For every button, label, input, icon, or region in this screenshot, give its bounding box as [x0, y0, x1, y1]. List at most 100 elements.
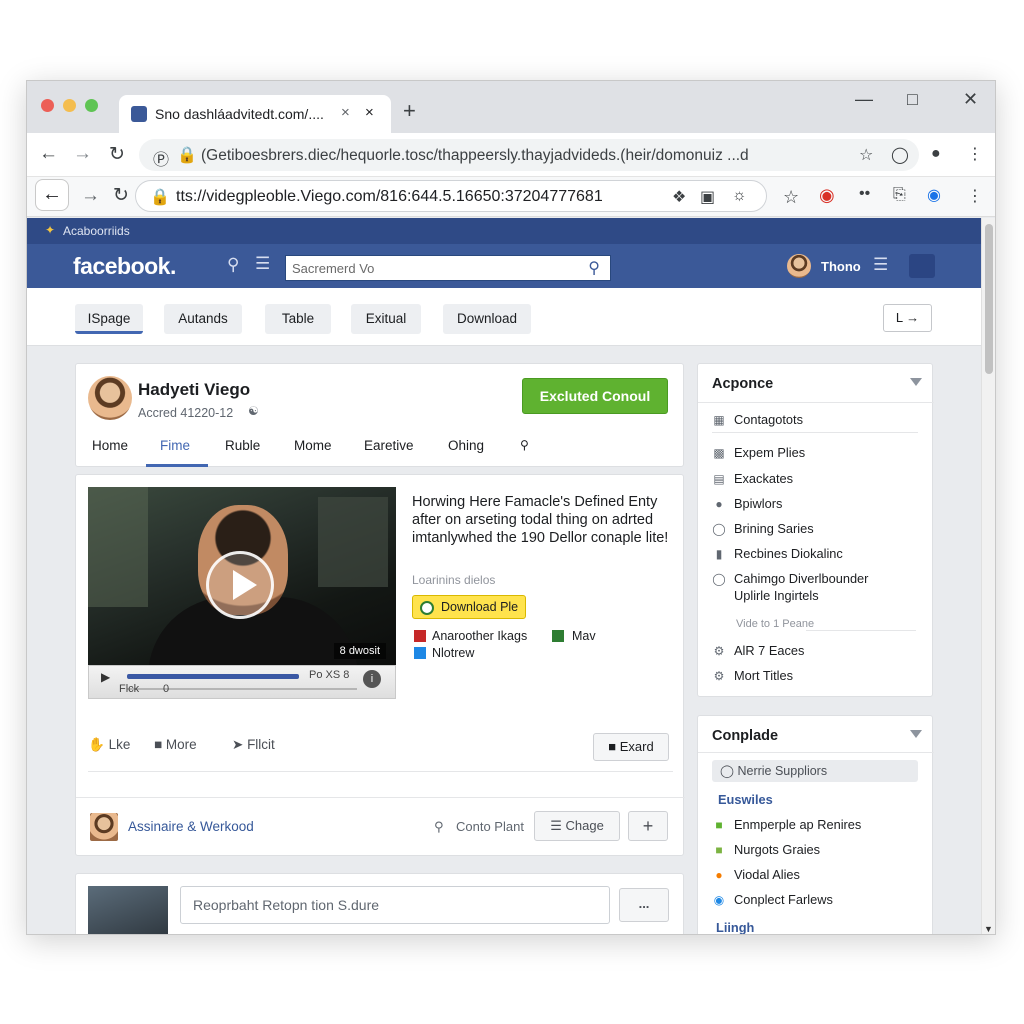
bell-icon[interactable]: ☼ [732, 187, 747, 205]
chevron-down-icon-2[interactable] [910, 730, 922, 738]
play-small-icon[interactable]: ▶ [101, 670, 110, 684]
notification-icon[interactable]: ⚲ [227, 255, 239, 275]
tab-ohing[interactable]: Ohing [448, 438, 484, 453]
sidebar-item-8[interactable]: ⚙ AlR 7 Eaces [712, 643, 805, 658]
menu-icon[interactable]: ☰ [873, 255, 888, 275]
plus-button[interactable]: + [628, 811, 668, 841]
video-player[interactable]: 8 dwosit [88, 487, 396, 665]
back-icon[interactable]: ← [39, 143, 58, 165]
tab-mome[interactable]: Mome [294, 438, 332, 453]
browser-tab[interactable]: Sno dashláadvitedt.com/.... × × [119, 95, 391, 133]
sidebar-item-4[interactable]: ● Bpiwlors [712, 496, 782, 511]
tab-fime[interactable]: Fime [160, 438, 190, 453]
minimize-window-dot[interactable] [63, 99, 76, 112]
maximize-icon[interactable]: □ [907, 89, 918, 110]
sidebar-item-7[interactable]: ◯ Cahimgo Diverlbounder [712, 571, 868, 586]
sidebar-link-euswiles[interactable]: Euswiles [718, 792, 773, 807]
profile-avatar[interactable] [88, 376, 132, 420]
minimize-icon[interactable]: — [855, 89, 873, 110]
name-suppliors-pill[interactable]: ◯ Nerrie Suppliors [712, 760, 918, 782]
tab-close-icon-2[interactable]: × [365, 104, 374, 121]
address-bar-primary[interactable]: Ⓟ 🔒 (Getiboesbrers.diec/hequorle.tosc/th… [139, 139, 919, 171]
more-icon[interactable]: •• [859, 185, 870, 203]
sidebar-item-3[interactable]: ▤ Exackates [712, 471, 793, 486]
subnav-table[interactable]: Table [265, 304, 331, 334]
play-icon[interactable] [206, 551, 274, 619]
info-icon[interactable]: Ⓟ [153, 146, 169, 170]
search-input[interactable]: Sacremerd Vo ⚲ [285, 255, 611, 281]
tag-anaroother[interactable]: Anaroother Ikags [432, 629, 527, 643]
tab-close-icon[interactable]: × [341, 104, 350, 121]
shield-icon[interactable]: ◯ [891, 145, 909, 165]
reload-icon-2[interactable]: ↻ [113, 184, 129, 207]
tag-mav[interactable]: Mav [572, 629, 596, 643]
extension-red-icon[interactable]: ◉ [819, 185, 835, 206]
scrollbar-thumb[interactable] [985, 224, 993, 374]
account-icon[interactable]: ◉ [927, 185, 941, 205]
back-button[interactable]: ← [35, 179, 69, 211]
sidebar-item-2[interactable]: ▩ Expem Plies [712, 445, 805, 460]
tab-earetive[interactable]: Earetive [364, 438, 414, 453]
like-button[interactable]: ✋ Lke [88, 737, 130, 753]
sidebar-item-6[interactable]: ▮ Recbines Diokalinc [712, 546, 843, 561]
download-icon[interactable]: ⎘ [893, 186, 906, 204]
chevron-down-icon[interactable] [910, 378, 922, 386]
tab-search-icon[interactable]: ⚲ [520, 438, 529, 452]
forward-icon[interactable]: → [73, 143, 92, 165]
contact-plant[interactable]: Conto Plant [456, 819, 524, 834]
close-window-dot[interactable] [41, 99, 54, 112]
new-tab-button[interactable]: + [403, 100, 416, 122]
subnav-ispage[interactable]: ISpage [75, 304, 143, 334]
excluted-conoul-button[interactable]: Excluted Conoul [522, 378, 668, 414]
search-icon[interactable]: ⚲ [588, 258, 600, 278]
tag-nlotrew[interactable]: Nlotrew [432, 646, 474, 660]
address-bar-secondary[interactable]: 🔒 tts://videgpleoble.Viego.com/816:644.5… [135, 180, 767, 212]
video-progress-bar[interactable] [127, 674, 299, 679]
settings-icon[interactable] [909, 254, 935, 278]
expand-button[interactable]: ■ Exard [593, 733, 669, 761]
more-button[interactable]: ■ More [154, 737, 197, 752]
commenter-name[interactable]: Assinaire & Werkood [128, 819, 254, 834]
scrollbar[interactable]: ▼ [981, 218, 995, 934]
more-options-button[interactable]: ... [619, 888, 669, 922]
list-icon[interactable]: ☰ [255, 254, 270, 274]
tab-ruble[interactable]: Ruble [225, 438, 260, 453]
maximize-window-dot[interactable] [85, 99, 98, 112]
sidebar-item-1[interactable]: ▦ Contagotots [712, 412, 803, 427]
facebook-logo[interactable]: facebook. [73, 253, 176, 280]
extension-icon[interactable]: ❖ [672, 187, 686, 207]
download-button[interactable]: Download Ple [412, 595, 526, 619]
contact-icon[interactable]: ⚲ [434, 819, 444, 835]
reload-icon[interactable]: ↻ [109, 143, 125, 166]
composer-input[interactable]: Reoprbaht Retopn tion S.dure [180, 886, 610, 924]
subnav-autands[interactable]: Autands [164, 304, 242, 334]
sidebar2-item-4[interactable]: ◉ Conplect Farlews [712, 892, 833, 907]
sidebar-link-liingh[interactable]: Liingh [716, 920, 754, 934]
subnav-exitual[interactable]: Exitual [351, 304, 421, 334]
change-button[interactable]: ☰ Chage [534, 811, 620, 841]
tab-home[interactable]: Home [92, 438, 128, 453]
info-icon[interactable]: i [363, 670, 381, 688]
user-name[interactable]: Thono [821, 259, 861, 274]
share-button[interactable]: ➤ Fllcit [232, 737, 275, 753]
subnav-right-button[interactable]: L → [883, 304, 932, 332]
sidebar2-item-3[interactable]: ● Viodal Alies [712, 867, 800, 882]
video-volume-bar[interactable] [127, 688, 357, 690]
sidebar-item-9[interactable]: ⚙ Mort Titles [712, 668, 793, 683]
user-avatar[interactable] [787, 254, 811, 278]
menu-dots-icon-2[interactable]: ⋮ [967, 186, 983, 206]
sidebar2-item-2[interactable]: ■ Nurgots Graies [712, 842, 820, 857]
profile-name[interactable]: Hadyeti Viego [138, 380, 250, 400]
sidebar2-item-1[interactable]: ■ Enmperple ap Renires [712, 817, 861, 832]
commenter-avatar[interactable] [90, 813, 118, 841]
scroll-down-icon[interactable]: ▼ [984, 924, 993, 934]
post-title[interactable]: Horwing Here Famacle's Defined Enty afte… [412, 493, 674, 547]
profile-icon[interactable]: ● [931, 145, 941, 163]
forward-icon-2[interactable]: → [81, 185, 100, 207]
bookmark-star-icon[interactable]: ☆ [859, 145, 873, 165]
subnav-download[interactable]: Download [443, 304, 531, 334]
star-icon[interactable]: ☆ [783, 187, 799, 208]
sidebar-item-5[interactable]: ◯ Brining Saries [712, 521, 813, 536]
share-icon[interactable]: ▣ [700, 187, 715, 207]
close-icon[interactable]: ✕ [963, 89, 978, 110]
